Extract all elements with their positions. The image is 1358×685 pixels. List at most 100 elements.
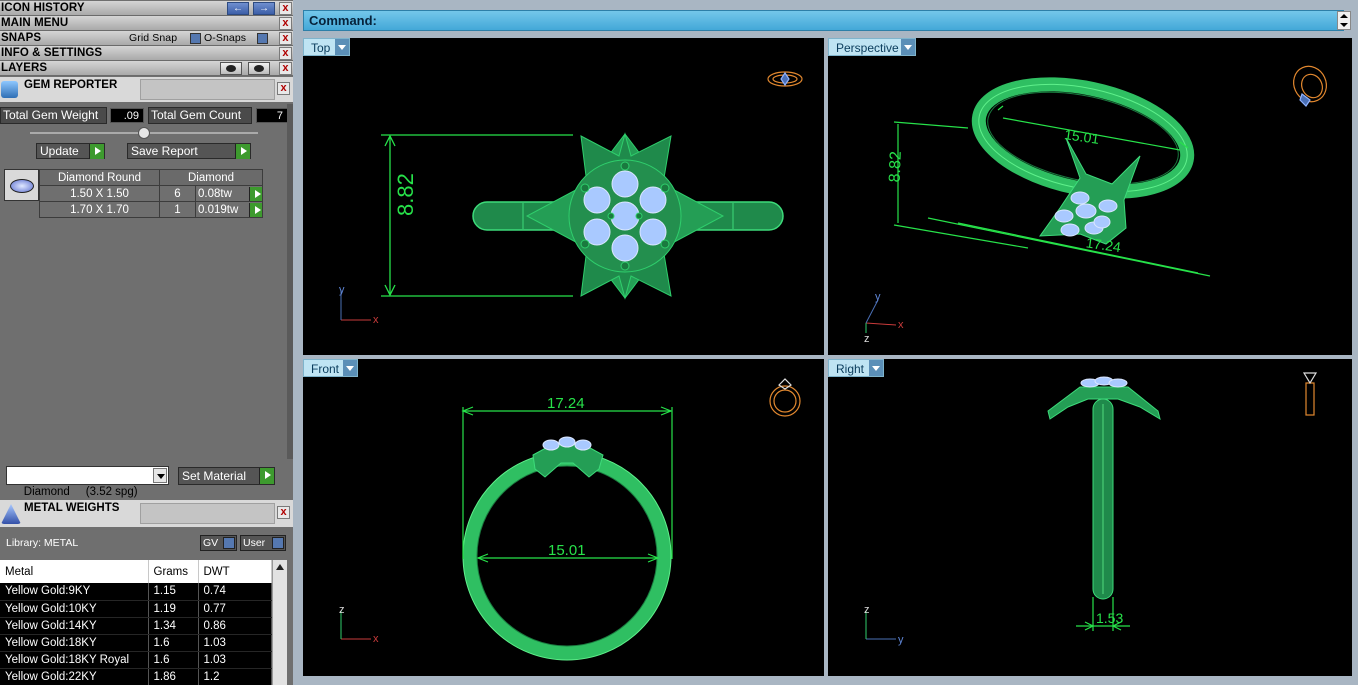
metal-grams: 1.19 bbox=[148, 600, 199, 618]
close-icon[interactable]: x bbox=[277, 506, 290, 519]
eye-icon[interactable] bbox=[248, 62, 270, 75]
table-row[interactable]: Yellow Gold:9KY 1.15 0.74 bbox=[0, 583, 272, 601]
close-icon[interactable]: x bbox=[279, 17, 292, 30]
metal-table: Metal Grams DWT Yellow Gold:9KY 1.15 0.74 … bbox=[0, 560, 272, 685]
metal-grams: 1.6 bbox=[148, 651, 199, 669]
table-row[interactable]: Yellow Gold:18KY Royal 1.6 1.03 bbox=[0, 651, 272, 669]
total-gem-count-label: Total Gem Count bbox=[148, 107, 252, 124]
grams-column-header[interactable]: Grams bbox=[148, 560, 199, 583]
metal-grams: 1.6 bbox=[148, 634, 199, 652]
close-icon[interactable]: x bbox=[279, 62, 292, 75]
play-icon[interactable] bbox=[249, 187, 262, 201]
snaps-header[interactable]: SNAPS Grid Snap O-Snaps x bbox=[0, 31, 293, 46]
metal-dwt: 1.03 bbox=[198, 651, 272, 669]
back-arrow-icon[interactable]: ← bbox=[227, 2, 249, 15]
viewport-perspective[interactable]: Perspective 15.01 8.82 17.24 x y z bbox=[828, 38, 1352, 355]
metal-dwt: 0.74 bbox=[198, 583, 272, 601]
play-icon[interactable] bbox=[249, 203, 262, 217]
command-scroll[interactable] bbox=[1337, 11, 1351, 30]
material-header: Diamond bbox=[159, 169, 263, 186]
front-view-drawing: 17.24 15.01 x z bbox=[339, 378, 801, 661]
layer-visibility-icon[interactable] bbox=[220, 62, 242, 75]
axis-z-label: z bbox=[864, 604, 870, 616]
axis-x-label: x bbox=[898, 319, 904, 331]
workspace: Command: Top 8.82 x y Perspective 15.01 … bbox=[293, 0, 1358, 685]
table-row[interactable]: 1.50 X 1.50 6 0.08tw bbox=[39, 185, 263, 202]
viewport-right[interactable]: Right 1.53 y z bbox=[828, 359, 1352, 676]
front-outer-label: 17.24 bbox=[547, 395, 585, 412]
gem-weight: 0.019tw bbox=[198, 203, 239, 216]
table-row[interactable]: 1.70 X 1.70 1 0.019tw bbox=[39, 201, 263, 218]
scroll-up-icon[interactable] bbox=[1340, 14, 1348, 18]
close-icon[interactable]: x bbox=[279, 2, 292, 15]
table-row[interactable]: Yellow Gold:14KY 1.34 0.86 bbox=[0, 617, 272, 635]
dropdown-arrow-icon[interactable] bbox=[153, 468, 167, 483]
shape-header: Diamond Round bbox=[39, 169, 160, 186]
set-material-label: Set Material bbox=[182, 469, 247, 483]
close-icon[interactable]: x bbox=[277, 82, 290, 95]
axis-y-label: y bbox=[898, 634, 904, 646]
gem-table: Diamond Round Diamond 1.50 X 1.50 6 0.08… bbox=[39, 169, 263, 218]
update-button[interactable]: Update bbox=[36, 143, 105, 159]
grid-snap-toggle[interactable] bbox=[190, 33, 201, 44]
main-menu-header[interactable]: MAIN MENU x bbox=[0, 16, 293, 31]
metal-table-scrollbar[interactable] bbox=[272, 560, 287, 685]
scroll-up-icon[interactable] bbox=[276, 564, 284, 570]
metal-dwt: 1.2 bbox=[198, 668, 272, 685]
table-row[interactable]: Yellow Gold:18KY 1.6 1.03 bbox=[0, 634, 272, 652]
info-settings-header[interactable]: INFO & SETTINGS x bbox=[0, 46, 293, 61]
metal-column-header[interactable]: Metal bbox=[0, 560, 149, 583]
grid-snap-label[interactable]: Grid Snap bbox=[129, 31, 177, 46]
viewport-front[interactable]: Front 17.24 15.01 x z bbox=[303, 359, 824, 676]
gem-reporter-title: GEM REPORTER bbox=[24, 79, 118, 91]
user-label: User bbox=[243, 537, 266, 549]
play-icon bbox=[259, 468, 274, 484]
gem-weight: 0.08tw bbox=[198, 187, 232, 200]
splitter-handle[interactable] bbox=[138, 127, 150, 139]
main-menu-title: MAIN MENU bbox=[1, 17, 69, 29]
save-report-label: Save Report bbox=[131, 144, 198, 158]
metal-weights-header: METAL WEIGHTS x bbox=[0, 500, 293, 527]
set-material-button[interactable]: Set Material bbox=[178, 467, 275, 485]
icon-history-header[interactable]: ICON HISTORY ← → x bbox=[0, 1, 293, 16]
metal-name: Yellow Gold:22KY bbox=[0, 668, 149, 685]
table-row[interactable]: Yellow Gold:10KY 1.19 0.77 bbox=[0, 600, 272, 618]
metal-grams: 1.34 bbox=[148, 617, 199, 635]
metal-weights-icon bbox=[1, 504, 21, 524]
material-select[interactable]: Diamond (3.52 spg) bbox=[6, 466, 169, 498]
user-button[interactable]: User bbox=[240, 535, 286, 551]
axis-y-label: y bbox=[339, 284, 345, 296]
front-inner-label: 15.01 bbox=[548, 542, 586, 559]
gem-count: 1 bbox=[159, 201, 196, 218]
perspective-height-label: 8.82 bbox=[887, 151, 905, 183]
viewport-top[interactable]: Top 8.82 x y bbox=[303, 38, 824, 355]
right-band-label: 1.53 bbox=[1096, 610, 1123, 626]
layers-header[interactable]: LAYERS x bbox=[0, 61, 293, 76]
metal-grams: 1.86 bbox=[148, 668, 199, 685]
play-icon bbox=[89, 144, 104, 159]
ring-orientation-icon bbox=[769, 378, 801, 417]
gem-reporter-icon bbox=[1, 81, 18, 98]
metal-weights-title: METAL WEIGHTS bbox=[24, 502, 120, 514]
gem-size: 1.50 X 1.50 bbox=[39, 185, 160, 202]
save-report-button[interactable]: Save Report bbox=[127, 143, 251, 159]
forward-arrow-icon[interactable]: → bbox=[253, 2, 275, 15]
scroll-down-icon[interactable] bbox=[1340, 23, 1348, 27]
right-view-drawing: 1.53 y z bbox=[864, 372, 1318, 646]
o-snaps-label[interactable]: O-Snaps bbox=[204, 31, 246, 46]
total-gem-weight-label: Total Gem Weight bbox=[0, 107, 107, 124]
table-row[interactable]: Yellow Gold:22KY 1.86 1.2 bbox=[0, 668, 272, 685]
update-label: Update bbox=[40, 144, 79, 158]
metal-grams: 1.15 bbox=[148, 583, 199, 601]
command-bar[interactable]: Command: bbox=[303, 10, 1344, 31]
icon-history-title: ICON HISTORY bbox=[1, 2, 85, 14]
material-select-value: Diamond (3.52 spg) bbox=[23, 486, 138, 498]
axis-x-label: x bbox=[373, 314, 379, 326]
gv-button[interactable]: GV bbox=[200, 535, 237, 551]
axis-z-label: z bbox=[864, 333, 870, 345]
close-icon[interactable]: x bbox=[279, 32, 292, 45]
o-snaps-toggle[interactable] bbox=[257, 33, 268, 44]
layers-title: LAYERS bbox=[1, 62, 48, 74]
close-icon[interactable]: x bbox=[279, 47, 292, 60]
dwt-column-header[interactable]: DWT bbox=[198, 560, 272, 583]
